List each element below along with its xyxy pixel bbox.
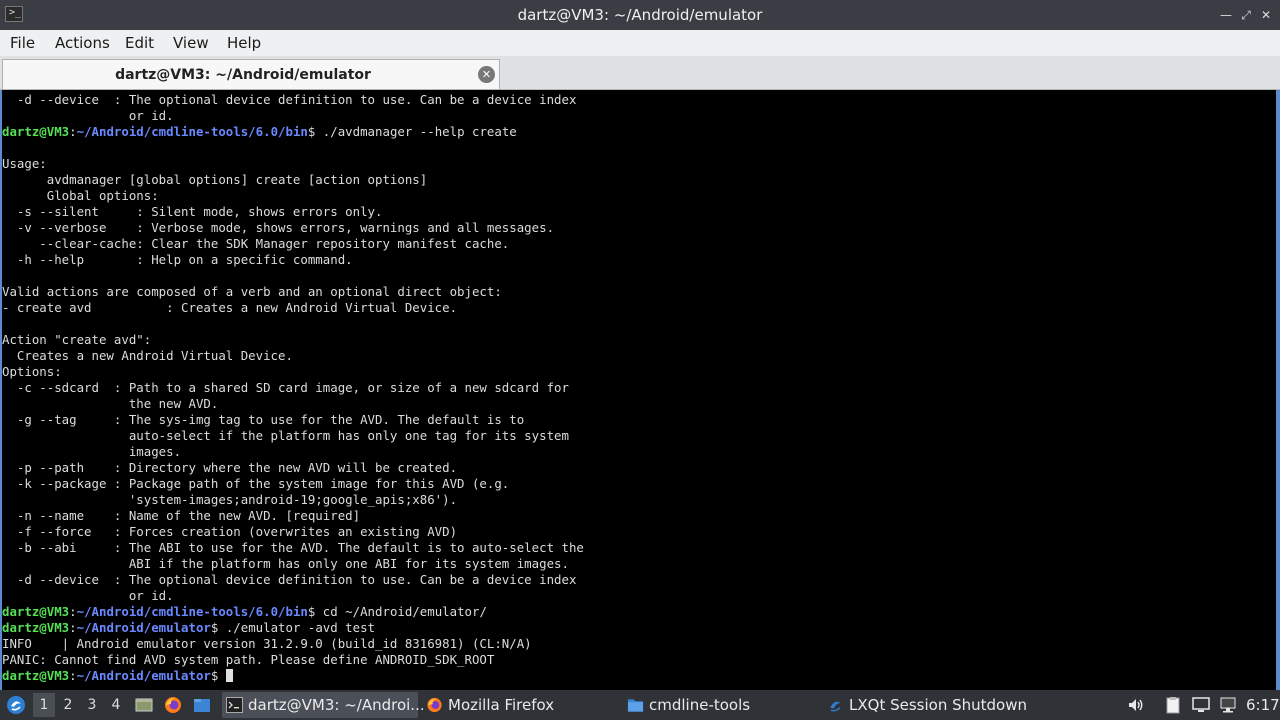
- output-line: 'system-images;android-19;google_apis;x8…: [2, 492, 458, 507]
- network-icon[interactable]: [1219, 696, 1237, 714]
- prompt-separator: :: [69, 620, 77, 635]
- lxqt-icon: [830, 701, 841, 712]
- prompt-user: dartz@VM3: [2, 620, 70, 635]
- workspace-2[interactable]: 2: [57, 693, 79, 717]
- prompt-path: ~/Android/emulator: [76, 620, 211, 635]
- volume-icon[interactable]: [1127, 696, 1145, 714]
- window-title: dartz@VM3: ~/Android/emulator: [517, 6, 763, 24]
- output-line: avdmanager [global options] create [acti…: [2, 172, 428, 187]
- output-line: PANIC: Cannot find AVD system path. Plea…: [2, 652, 495, 667]
- prompt-line: dartz@VM3:~/Android/cmdline-tools/6.0/bi…: [2, 124, 517, 140]
- display-icon[interactable]: [1192, 696, 1210, 714]
- lxqt-start-icon[interactable]: [6, 695, 26, 715]
- task-cmdline-tools-label: cmdline-tools: [649, 696, 751, 714]
- prompt-user: dartz@VM3: [2, 668, 70, 683]
- command-text: ./avdmanager --help create: [315, 124, 517, 139]
- output-line: Creates a new Android Virtual Device.: [2, 348, 293, 363]
- task-firefox-label: Mozilla Firefox: [448, 696, 555, 714]
- firefox-icon: [427, 697, 442, 713]
- prompt-path: ~/Android/cmdline-tools/6.0/bin: [76, 604, 308, 619]
- task-firefox[interactable]: Mozilla Firefox: [422, 692, 618, 718]
- output-line: -g --tag : The sys-img tag to use for th…: [2, 412, 525, 427]
- show-desktop-icon[interactable]: [135, 696, 153, 714]
- menu-edit[interactable]: Edit: [125, 30, 154, 56]
- command-text: cd ~/Android/emulator/: [315, 604, 487, 619]
- text-cursor[interactable]: [225, 669, 233, 682]
- prompt-separator: :: [69, 604, 77, 619]
- output-line: Global options:: [2, 188, 159, 203]
- prompt-line: dartz@VM3:~/Android/cmdline-tools/6.0/bi…: [2, 604, 487, 620]
- output-line: -b --abi : The ABI to use for the AVD. T…: [2, 540, 584, 555]
- minimize-icon[interactable]: —: [1217, 5, 1235, 25]
- task-terminal-label: dartz@VM3: ~/Androi...: [248, 696, 425, 714]
- menu-bar: File Actions Edit View Help: [0, 30, 1280, 56]
- menu-file[interactable]: File: [10, 30, 35, 56]
- tab-label: dartz@VM3: ~/Android/emulator: [115, 67, 371, 83]
- menu-actions[interactable]: Actions: [55, 30, 110, 56]
- tab-terminal[interactable]: dartz@VM3: ~/Android/emulator ✕: [2, 59, 500, 89]
- file-manager-icon[interactable]: [193, 696, 211, 714]
- maximize-icon[interactable]: ⤢: [1237, 5, 1255, 25]
- output-line: - create avd : Creates a new Android Vir…: [2, 300, 458, 315]
- output-line: -k --package : Package path of the syste…: [2, 476, 510, 491]
- output-line: -f --force : Forces creation (overwrites…: [2, 524, 458, 539]
- close-circle-icon[interactable]: ✕: [478, 66, 495, 83]
- output-line: --clear-cache: Clear the SDK Manager rep…: [2, 236, 510, 251]
- terminal-output[interactable]: -d --device : The optional device defini…: [0, 90, 1280, 690]
- output-line: -h --help : Help on a specific command.: [2, 252, 353, 267]
- task-cmdline-tools[interactable]: cmdline-tools: [623, 692, 819, 718]
- output-line: the new AVD.: [2, 396, 219, 411]
- output-line: Options:: [2, 364, 62, 379]
- output-line: -n --name : Name of the new AVD. [requir…: [2, 508, 361, 523]
- prompt-separator: :: [69, 668, 77, 683]
- output-line: INFO | Android emulator version 31.2.9.0…: [2, 636, 532, 651]
- workspace-3[interactable]: 3: [81, 693, 103, 717]
- output-line: auto-select if the platform has only one…: [2, 428, 569, 443]
- output-line: ABI if the platform has only one ABI for…: [2, 556, 569, 571]
- clipboard-icon[interactable]: [1164, 696, 1182, 714]
- output-line: or id.: [2, 108, 174, 123]
- folder-icon: [627, 699, 644, 712]
- task-session-shutdown-label: LXQt Session Shutdown: [849, 696, 1027, 714]
- output-line: -d --device : The optional device defini…: [2, 92, 577, 107]
- output-line: Usage:: [2, 156, 47, 171]
- output-line: -c --sdcard : Path to a shared SD card i…: [2, 380, 569, 395]
- output-line: images.: [2, 444, 182, 459]
- prompt-line: dartz@VM3:~/Android/emulator$: [2, 668, 233, 684]
- close-icon[interactable]: ✕: [1257, 5, 1275, 25]
- prompt-user: dartz@VM3: [2, 604, 70, 619]
- task-session-shutdown[interactable]: LXQt Session Shutdown: [823, 692, 1043, 718]
- command-text: ./emulator -avd test: [218, 620, 376, 635]
- prompt-line: dartz@VM3:~/Android/emulator$ ./emulator…: [2, 620, 375, 636]
- firefox-icon[interactable]: [164, 696, 182, 714]
- clock[interactable]: 6:17: [1246, 690, 1280, 720]
- output-line: -d --device : The optional device defini…: [2, 572, 577, 587]
- window-titlebar[interactable]: >_ dartz@VM3: ~/Android/emulator — ⤢ ✕: [0, 0, 1280, 30]
- output-line: -v --verbose : Verbose mode, shows error…: [2, 220, 555, 235]
- workspace-1[interactable]: 1: [33, 693, 55, 717]
- output-line: -s --silent : Silent mode, shows errors …: [2, 204, 383, 219]
- output-line: or id.: [2, 588, 174, 603]
- prompt-path: ~/Android/emulator: [76, 668, 211, 683]
- output-line: Action "create avd":: [2, 332, 152, 347]
- tab-bar: dartz@VM3: ~/Android/emulator ✕: [0, 56, 1280, 90]
- taskbar: 1 2 3 4 dartz@VM3: ~/Androi... Mozilla F…: [0, 690, 1280, 720]
- workspace-4[interactable]: 4: [105, 693, 127, 717]
- prompt-path: ~/Android/cmdline-tools/6.0/bin: [76, 124, 308, 139]
- terminal-scrollbar[interactable]: [1276, 90, 1278, 690]
- output-line: -p --path : Directory where the new AVD …: [2, 460, 458, 475]
- menu-help[interactable]: Help: [227, 30, 261, 56]
- command-text: [218, 668, 225, 683]
- prompt-user: dartz@VM3: [2, 124, 70, 139]
- task-terminal[interactable]: dartz@VM3: ~/Androi...: [222, 692, 425, 718]
- prompt-separator: :: [69, 124, 77, 139]
- terminal-icon: [226, 697, 243, 713]
- menu-view[interactable]: View: [173, 30, 209, 56]
- output-line: Valid actions are composed of a verb and…: [2, 284, 502, 299]
